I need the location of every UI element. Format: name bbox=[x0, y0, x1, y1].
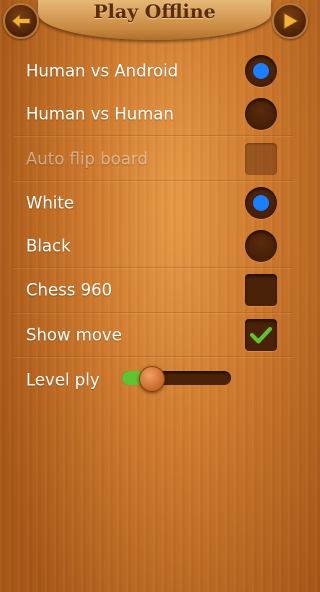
human-vs-android-label: Human vs Android bbox=[26, 61, 179, 80]
radio-selected-dot bbox=[253, 62, 269, 79]
auto-flip-board-checkbox[interactable] bbox=[245, 142, 277, 175]
header-bar: Play Offline bbox=[0, 0, 309, 42]
option-human-vs-human[interactable]: Human vs Human bbox=[0, 91, 309, 136]
option-white[interactable]: White bbox=[0, 180, 309, 225]
chess-960-label: Chess 960 bbox=[26, 280, 113, 299]
human-vs-human-radio[interactable] bbox=[245, 97, 277, 130]
arrow-left-icon bbox=[11, 13, 31, 29]
option-human-vs-android[interactable]: Human vs Android bbox=[0, 48, 309, 93]
level-ply-slider[interactable] bbox=[122, 366, 231, 392]
human-vs-human-label: Human vs Human bbox=[26, 104, 174, 123]
level-ply-label: Level ply bbox=[26, 370, 100, 389]
slider-thumb[interactable] bbox=[139, 366, 165, 392]
option-black[interactable]: Black bbox=[0, 223, 309, 268]
white-label: White bbox=[26, 193, 74, 212]
radio-selected-dot bbox=[253, 194, 269, 211]
black-radio[interactable] bbox=[245, 229, 277, 262]
option-auto-flip-board[interactable]: Auto flip board bbox=[0, 136, 309, 181]
forward-button[interactable] bbox=[272, 3, 308, 39]
back-button[interactable] bbox=[3, 3, 39, 39]
play-arrow-icon bbox=[283, 12, 299, 30]
human-vs-android-radio[interactable] bbox=[245, 54, 277, 87]
white-radio[interactable] bbox=[245, 186, 277, 219]
checkmark-icon bbox=[250, 326, 272, 343]
option-show-move[interactable]: Show move bbox=[0, 312, 309, 357]
auto-flip-board-label: Auto flip board bbox=[26, 149, 148, 168]
chess-960-checkbox[interactable] bbox=[245, 273, 277, 306]
option-chess-960[interactable]: Chess 960 bbox=[0, 267, 309, 312]
show-move-checkbox[interactable] bbox=[245, 318, 277, 351]
page-title: Play Offline bbox=[93, 1, 216, 23]
black-label: Black bbox=[26, 236, 71, 255]
show-move-label: Show move bbox=[26, 325, 122, 344]
